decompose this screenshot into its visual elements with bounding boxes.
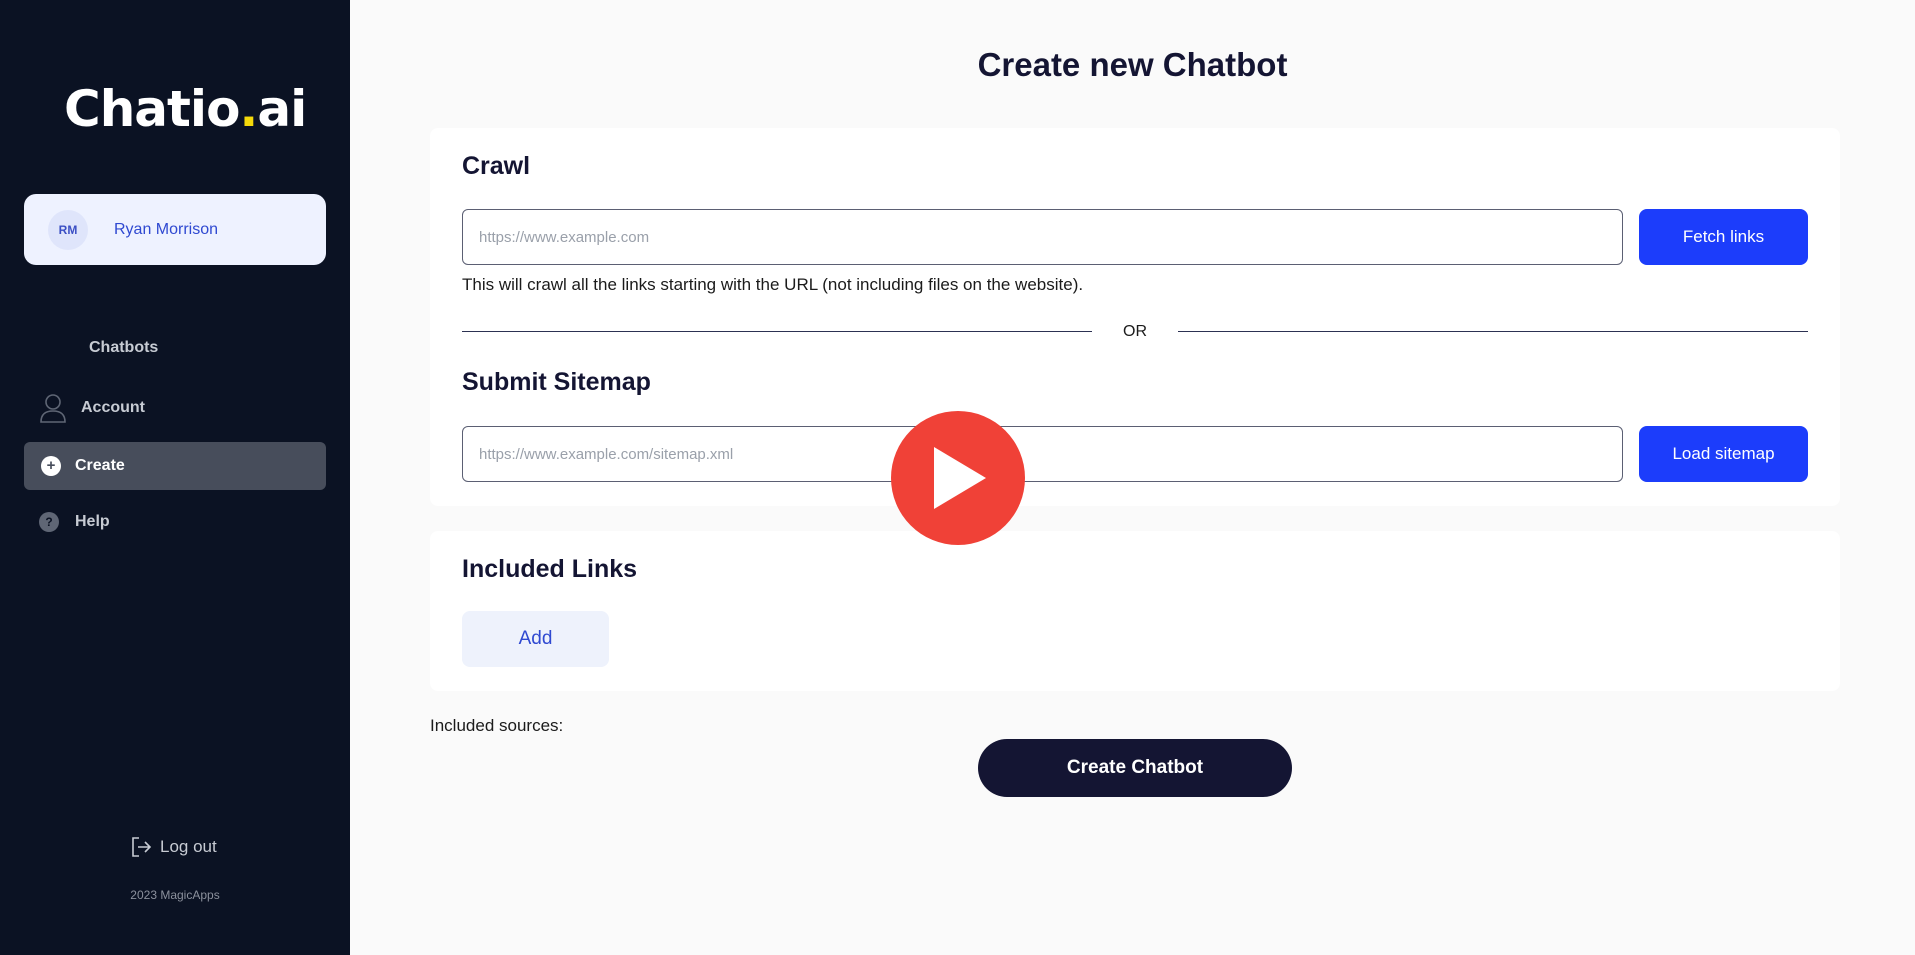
included-sources-label: Included sources: [430,716,564,735]
add-link-button[interactable]: Add [462,611,609,667]
load-sitemap-button[interactable]: Load sitemap [1639,426,1808,482]
sidebar-item-chatbots[interactable]: Chatbots [24,324,326,372]
logout-button[interactable]: Log out [130,836,217,858]
sidebar-item-account[interactable]: Account [24,384,326,432]
sitemap-title: Submit Sitemap [462,368,651,396]
logo-dot: . [239,80,258,138]
page-title: Create new Chatbot [977,46,1288,83]
included-links-card: Included Links Add [430,531,1840,691]
video-play-button[interactable] [891,411,1025,545]
avatar: RM [48,209,88,250]
fetch-links-button[interactable]: Fetch links [1639,209,1808,265]
crawl-card: Crawl Fetch links This will crawl all th… [430,128,1840,506]
divider-left [462,331,1092,332]
chatio-logo[interactable]: Chatio.ai [64,80,307,138]
sidebar-item-label: Create [75,457,125,474]
crawl-url-input[interactable] [462,209,1623,265]
logout-label: Log out [160,837,217,856]
included-links-title: Included Links [462,555,638,583]
sidebar-item-label: Help [75,513,110,530]
sidebar: Chatio.ai RM Ryan Morrison Chatbots Acco… [0,0,350,955]
sidebar-item-help[interactable]: ? Help [24,498,326,546]
grid-icon [43,335,69,361]
user-profile-card[interactable]: RM Ryan Morrison [24,194,326,265]
crawl-title: Crawl [462,152,531,180]
crawl-hint: This will crawl all the links starting w… [462,275,1084,294]
sidebar-item-label: Chatbots [89,339,159,356]
question-circle-icon: ? [39,512,59,532]
sidebar-item-label: Account [81,399,145,416]
play-icon [934,447,986,509]
user-icon [39,393,67,423]
logout-icon [132,837,152,857]
sitemap-url-input[interactable] [462,426,1623,482]
sidebar-item-create[interactable]: + Create [24,442,326,490]
user-name: Ryan Morrison [114,220,219,238]
or-separator: OR [1123,323,1147,340]
create-chatbot-button[interactable]: Create Chatbot [978,739,1292,797]
plus-circle-icon: + [41,456,61,476]
divider-right [1178,331,1808,332]
copyright-text: 2023 MagicApps [130,888,220,902]
